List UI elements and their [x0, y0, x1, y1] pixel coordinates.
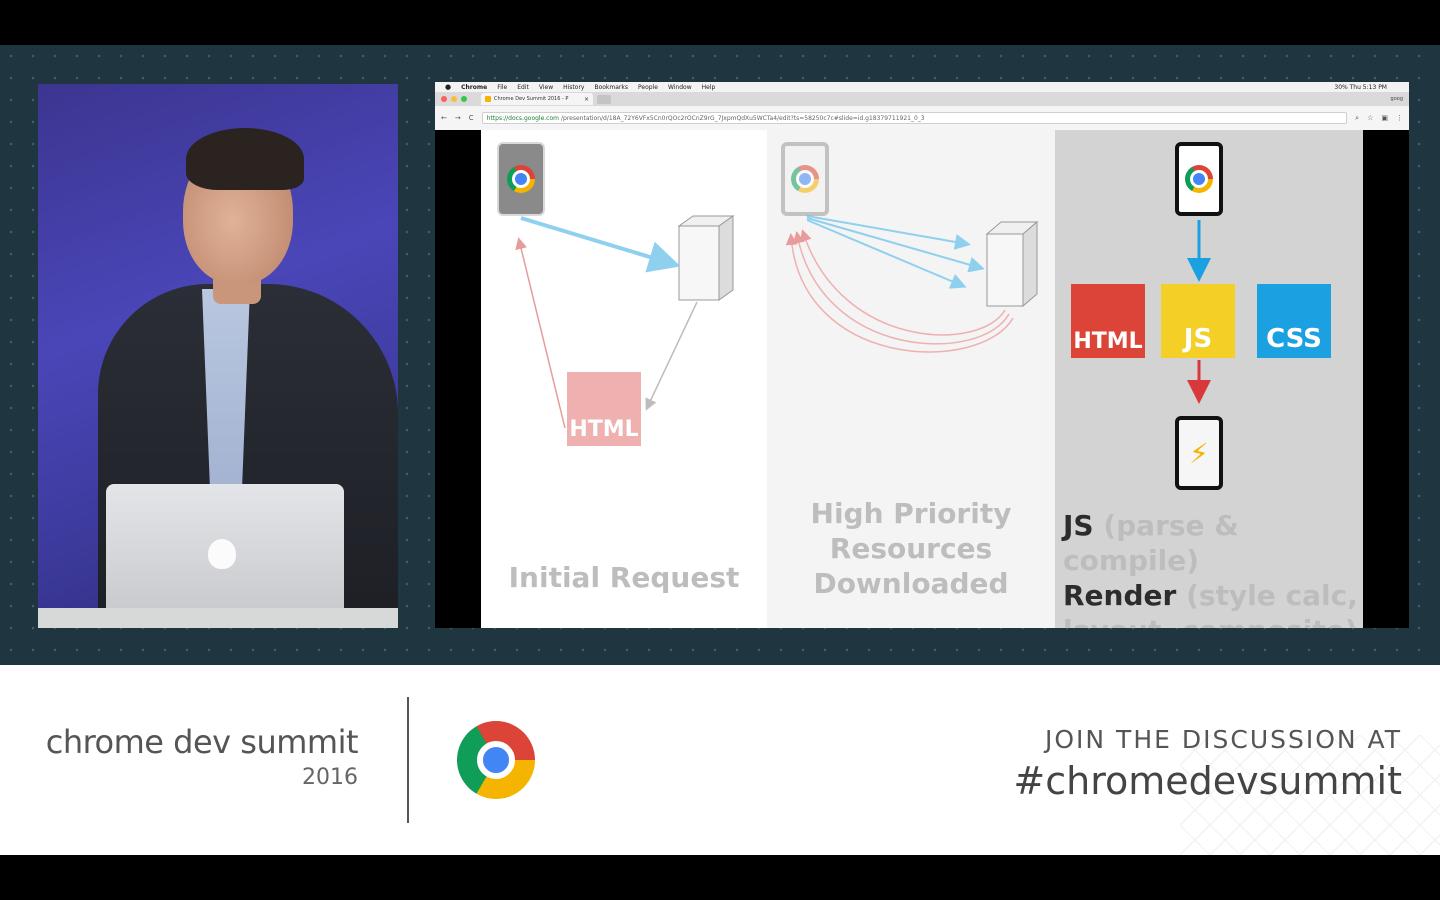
menu-bookmarks[interactable]: Bookmarks [594, 84, 628, 91]
minimize-window-button[interactable] [451, 96, 457, 102]
event-year: 2016 [302, 765, 358, 790]
forward-button[interactable]: → [455, 114, 461, 122]
html-file: HTML [1071, 284, 1145, 358]
address-bar[interactable]: https://docs.google.com /presentation/d/… [481, 112, 1348, 124]
chrome-menu-icon[interactable]: ⋮ [1396, 114, 1403, 122]
chrome-logo-icon [457, 721, 535, 799]
tab-close-icon[interactable]: × [584, 96, 589, 103]
menu-window[interactable]: Window [668, 84, 692, 91]
back-button[interactable]: ← [441, 114, 447, 122]
screen-share: ● Chrome File Edit View History Bookmark… [435, 82, 1409, 628]
server-icon [677, 215, 735, 301]
menu-edit[interactable]: Edit [517, 84, 529, 91]
caption-js-render: JS (parse & compile) Render (style calc,… [1063, 508, 1363, 628]
menu-file[interactable]: File [497, 84, 507, 91]
presentation-slide: ⚡ HTML HTML JS CSS Initial Request High … [481, 130, 1363, 628]
menubar-status: 30% Thu 5:13 PM [1334, 83, 1387, 91]
device-icon-js [1175, 142, 1223, 216]
menu-people[interactable]: People [638, 84, 658, 91]
html-return-arrow [515, 237, 566, 429]
menu-view[interactable]: View [539, 84, 553, 91]
lightning-bolt-icon: ⚡ [1189, 436, 1209, 470]
caption-js: JS [1063, 509, 1094, 542]
divider [407, 697, 409, 823]
stage-background: ● Chrome File Edit View History Bookmark… [0, 45, 1440, 665]
url-host: https://docs.google.com [486, 114, 559, 122]
hashtag: #chromedevsummit [1013, 759, 1402, 803]
chrome-icon [1185, 165, 1213, 193]
speaker-camera-feed [38, 84, 398, 628]
chrome-icon [791, 165, 819, 193]
bookmark-star-icon[interactable]: ☆ [1367, 114, 1373, 122]
profile-name[interactable]: goog [1391, 96, 1403, 102]
lower-third-banner: chrome dev summit 2016 JOIN THE DISCUSSI… [0, 665, 1440, 855]
browser-toolbar: ← → C https://docs.google.com /presentat… [435, 106, 1409, 130]
url-path: /presentation/d/18A_72Y6VFx5Cn0rQOc2rOCn… [561, 114, 925, 122]
apple-menu-icon[interactable]: ● [445, 83, 451, 91]
join-discussion-label: JOIN THE DISCUSSION AT [1044, 725, 1402, 754]
speaker-hair [186, 128, 304, 190]
caption-initial-request: Initial Request [508, 561, 740, 594]
html-file-faded: HTML [567, 372, 641, 446]
caption-high-priority: High Priority Resources Downloaded [810, 497, 1012, 600]
zoom-icon[interactable]: ⌕ [1355, 114, 1359, 123]
extension-icon[interactable]: ▣ [1381, 114, 1388, 122]
reload-button[interactable]: C [469, 114, 474, 122]
response-arrow [645, 301, 698, 411]
slides-favicon-icon [485, 96, 491, 102]
zoom-window-button[interactable] [461, 96, 467, 102]
close-window-button[interactable] [441, 96, 447, 102]
request-arrow [520, 216, 681, 273]
device-icon-high-priority [781, 142, 829, 216]
mac-menubar: ● Chrome File Edit View History Bookmark… [435, 82, 1409, 92]
parallel-request-arrow-2 [806, 217, 985, 273]
chrome-logo-center [477, 741, 515, 779]
caption-render: Render [1063, 579, 1177, 612]
menu-help[interactable]: Help [702, 84, 716, 91]
podium [38, 608, 398, 628]
device-icon-initial [497, 142, 545, 216]
device-icon-render: ⚡ [1175, 416, 1223, 490]
menu-app-name[interactable]: Chrome [461, 84, 487, 91]
css-file: CSS [1257, 284, 1331, 358]
letterbox-bottom [0, 855, 1440, 900]
letterbox-top [0, 0, 1440, 45]
browser-tabbar: Chrome Dev Summit 2016 - P × goog [435, 92, 1409, 106]
new-tab-button[interactable] [597, 94, 611, 104]
tab-title: Chrome Dev Summit 2016 - P [494, 96, 569, 102]
js-file: JS [1161, 284, 1235, 358]
apple-logo-icon [208, 539, 236, 569]
chrome-icon [507, 165, 535, 193]
resource-return-arrow-2 [792, 231, 1010, 345]
server-icon-2 [985, 220, 1039, 308]
event-name: chrome dev summit [45, 723, 359, 761]
browser-tab-active[interactable]: Chrome Dev Summit 2016 - P × [481, 93, 593, 105]
menu-history[interactable]: History [563, 84, 584, 91]
